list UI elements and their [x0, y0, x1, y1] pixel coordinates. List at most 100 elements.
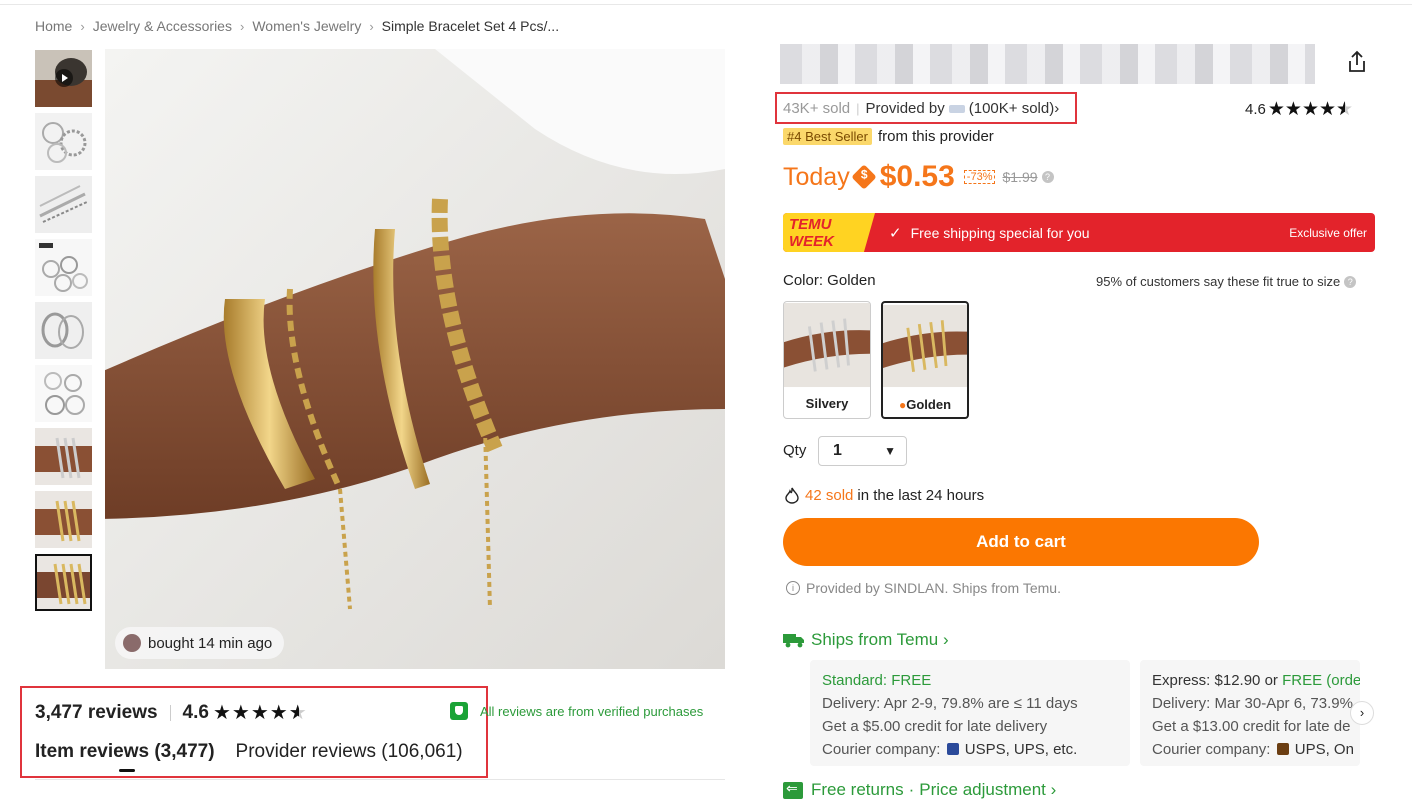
standard-credit: Get a $5.00 credit for late delivery: [822, 718, 1048, 735]
help-icon[interactable]: ?: [1344, 275, 1357, 288]
product-rating[interactable]: 4.6 ★ ★ ★ ★ ★: [1245, 98, 1353, 121]
shipping-card-standard[interactable]: Standard: FREE Delivery: Apr 2-9, 79.8% …: [810, 660, 1130, 766]
half-star-icon: ★: [1336, 98, 1353, 121]
returns-link[interactable]: Free returns · Price adjustment ›: [783, 780, 1056, 800]
breadcrumb-womens-jewelry[interactable]: Women's Jewelry: [252, 18, 361, 34]
recent-purchase-pill: bought 14 min ago: [115, 627, 285, 659]
standard-courier-row: Courier company: USPS, UPS, etc.: [822, 738, 1118, 761]
standard-delivery: Delivery: Apr 2-9, 79.8% are ≤ 11 days: [822, 695, 1078, 712]
breadcrumb-jewelry[interactable]: Jewelry & Accessories: [93, 18, 232, 34]
divider: [169, 704, 171, 721]
standard-head: Standard: FREE: [822, 672, 932, 689]
thumbnail-image[interactable]: [35, 428, 92, 485]
best-seller-suffix: from this provider: [877, 128, 994, 145]
promo-banner[interactable]: TEMU WEEK ✓ Free shipping special for yo…: [783, 213, 1375, 252]
top-divider: [0, 4, 1412, 5]
price-tag-icon: [850, 164, 877, 190]
fit-text: 95% of customers say these fit true to s…: [1096, 274, 1341, 289]
avatar: [123, 634, 141, 652]
main-product-image[interactable]: bought 14 min ago: [105, 49, 725, 669]
chevron-right-icon: ›: [938, 630, 949, 649]
color-option-silvery[interactable]: Silvery: [783, 301, 871, 419]
star-icon: ★: [212, 702, 232, 724]
shipping-card-express[interactable]: Express: $12.90 or FREE (orders Delivery…: [1140, 660, 1360, 766]
thumbnail-image[interactable]: [35, 239, 92, 296]
express-head: Express: $12.90 or FREE (orders: [1152, 669, 1360, 692]
color-label: Color: Golden: [783, 272, 876, 289]
thumbnail-image[interactable]: [35, 113, 92, 170]
separator-dot: ·: [908, 780, 915, 799]
thumbnail-video[interactable]: [35, 50, 92, 107]
verified-text: All reviews are from verified purchases: [480, 703, 704, 719]
product-title-blurred: [780, 44, 1315, 84]
chevron-right-icon[interactable]: ›: [1054, 100, 1059, 117]
swatch-label-golden: ●Golden: [883, 397, 967, 412]
color-option-golden[interactable]: ●Golden: [881, 301, 969, 419]
star-icon: ★: [250, 702, 270, 724]
return-icon: [783, 780, 803, 799]
recent-sold-count: 42 sold: [805, 487, 854, 504]
sold-provider-line: 43K+ sold | Provided by (100K+ sold) ›: [783, 100, 1059, 117]
star-icon: ★: [1301, 99, 1319, 120]
price-row: Today $0.53 -73% $1.99 ?: [783, 160, 1054, 194]
chevron-right-icon: ›: [1045, 780, 1057, 799]
provider-logo[interactable]: [948, 104, 965, 113]
check-icon: ✓: [889, 224, 902, 242]
exclusive-offer: Exclusive offer: [1289, 225, 1367, 240]
review-tabs: Item reviews (3,477) Provider reviews (1…: [35, 741, 484, 772]
provider-note: i Provided by SINDLAN. Ships from Temu.: [786, 580, 1061, 596]
star-icon: ★: [1319, 99, 1337, 120]
thumbnail-image[interactable]: [35, 491, 92, 548]
discount-badge: -73%: [963, 170, 996, 184]
reviews-summary: 3,477 reviews 4.6 ★ ★ ★ ★ ★: [35, 700, 308, 725]
express-delivery: Delivery: Mar 30-Apr 6, 73.9%: [1152, 695, 1353, 712]
share-icon[interactable]: [1346, 50, 1368, 74]
chevron-right-icon: ›: [369, 18, 374, 34]
provided-by-label: Provided by: [865, 100, 945, 117]
breadcrumb: Home › Jewelry & Accessories › Women's J…: [35, 18, 559, 34]
star-icon: ★: [269, 702, 289, 724]
usps-icon: [946, 743, 959, 755]
sold-count: 43K+ sold: [783, 100, 851, 117]
breadcrumb-home[interactable]: Home: [35, 18, 72, 34]
info-icon: i: [786, 581, 800, 595]
qty-label: Qty: [783, 442, 807, 459]
thumbnail-image[interactable]: [35, 365, 92, 422]
thumbnail-image-selected[interactable]: [35, 554, 92, 611]
banner-text: Free shipping special for you: [910, 224, 1090, 241]
product-rating-value: 4.6: [1245, 101, 1266, 118]
swatch-label: Silvery: [805, 396, 849, 411]
thumbnail-list: [35, 50, 93, 617]
verified-note: All reviews are from verified purchases: [450, 702, 703, 720]
best-seller-badge[interactable]: #4 Best Seller: [783, 128, 872, 145]
thumbnail-image[interactable]: [35, 176, 92, 233]
tab-item-reviews[interactable]: Item reviews (3,477): [35, 741, 215, 772]
current-price: $0.53: [879, 160, 955, 193]
best-seller-row: #4 Best Seller from this provider: [783, 128, 994, 145]
thumbnail-image[interactable]: [35, 302, 92, 359]
star-icon: ★: [1284, 99, 1302, 120]
courier-label: Courier company:: [1152, 741, 1271, 758]
chevron-right-icon[interactable]: ›: [1350, 701, 1374, 725]
chevron-right-icon: ›: [80, 18, 85, 34]
breadcrumb-current: Simple Bracelet Set 4 Pcs/...: [381, 18, 560, 34]
provider-sold[interactable]: (100K+ sold): [969, 100, 1054, 117]
divider: |: [856, 101, 860, 116]
express-free: FREE (orders: [1282, 672, 1360, 689]
reviews-count[interactable]: 3,477 reviews: [35, 702, 158, 724]
bought-text: bought 14 min ago: [148, 634, 273, 652]
chevron-right-icon: ›: [239, 18, 245, 34]
provider-note-text: Provided by SINDLAN. Ships from Temu.: [806, 580, 1061, 596]
chevron-down-icon: ▼: [884, 444, 896, 458]
add-to-cart-button[interactable]: Add to cart: [783, 518, 1259, 566]
standard-carriers: USPS, UPS, etc.: [964, 741, 1078, 758]
qty-select[interactable]: 1 ▼: [818, 436, 907, 466]
truck-icon: [783, 634, 804, 648]
help-icon[interactable]: ?: [1041, 171, 1054, 183]
star-rating: ★ ★ ★ ★ ★: [213, 700, 308, 725]
tab-provider-reviews[interactable]: Provider reviews (106,061): [236, 741, 463, 763]
divider: [35, 779, 725, 780]
ships-from-link[interactable]: Ships from Temu ›: [783, 630, 949, 650]
golden-swatch-image: [883, 304, 967, 388]
today-label: Today: [783, 162, 850, 191]
